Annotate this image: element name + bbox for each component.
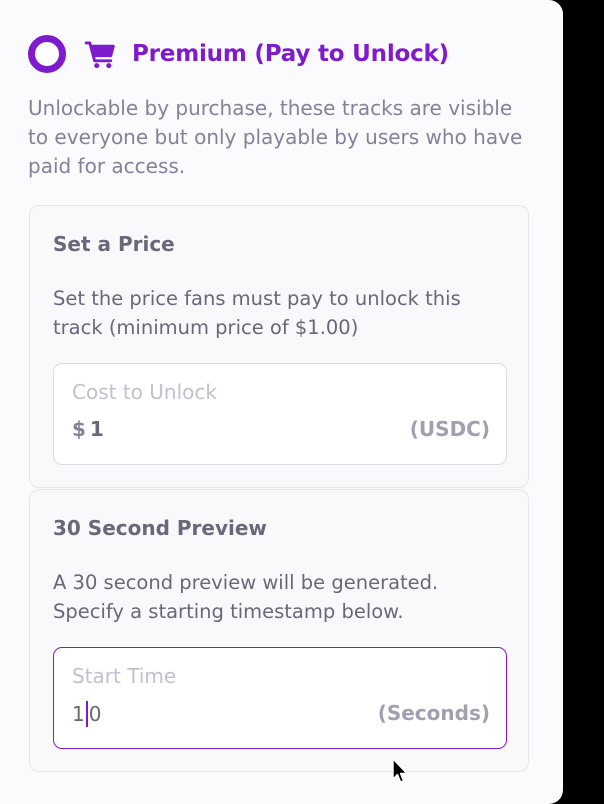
mouse-pointer-icon	[392, 758, 408, 783]
start-time-value-before-caret: 1	[72, 702, 85, 726]
premium-option-description: Unlockable by purchase, these tracks are…	[28, 96, 523, 178]
premium-radio-button[interactable]	[28, 35, 66, 73]
access-options-panel: Premium (Pay to Unlock) Unlockable by pu…	[0, 0, 563, 804]
start-time-label: Start Time	[72, 664, 177, 688]
set-price-title: Set a Price	[53, 232, 175, 256]
seconds-suffix: (Seconds)	[377, 701, 490, 725]
cost-value: 1	[89, 417, 104, 441]
start-time-value-row: 1 0	[72, 701, 101, 727]
usdc-suffix: (USDC)	[409, 417, 490, 441]
set-price-card: Set a Price Set the price fans must pay …	[29, 205, 529, 488]
preview-card: 30 Second Preview A 30 second preview wi…	[29, 489, 529, 772]
cost-to-unlock-input[interactable]: Cost to Unlock $ 1 (USDC)	[53, 363, 507, 465]
start-time-input[interactable]: Start Time 1 0 (Seconds)	[53, 647, 507, 749]
preview-title: 30 Second Preview	[53, 516, 267, 540]
premium-option-header[interactable]: Premium (Pay to Unlock)	[28, 35, 449, 73]
text-caret	[85, 701, 88, 727]
cost-to-unlock-label: Cost to Unlock	[72, 380, 217, 404]
start-time-value-after-caret: 0	[88, 702, 102, 726]
premium-option-title: Premium (Pay to Unlock)	[132, 41, 449, 67]
cart-icon	[84, 41, 115, 69]
cost-value-row: $ 1	[72, 417, 104, 441]
dollar-prefix: $	[72, 417, 86, 441]
set-price-description: Set the price fans must pay to unlock th…	[53, 287, 461, 339]
preview-description: A 30 second preview will be generated. S…	[53, 571, 439, 623]
